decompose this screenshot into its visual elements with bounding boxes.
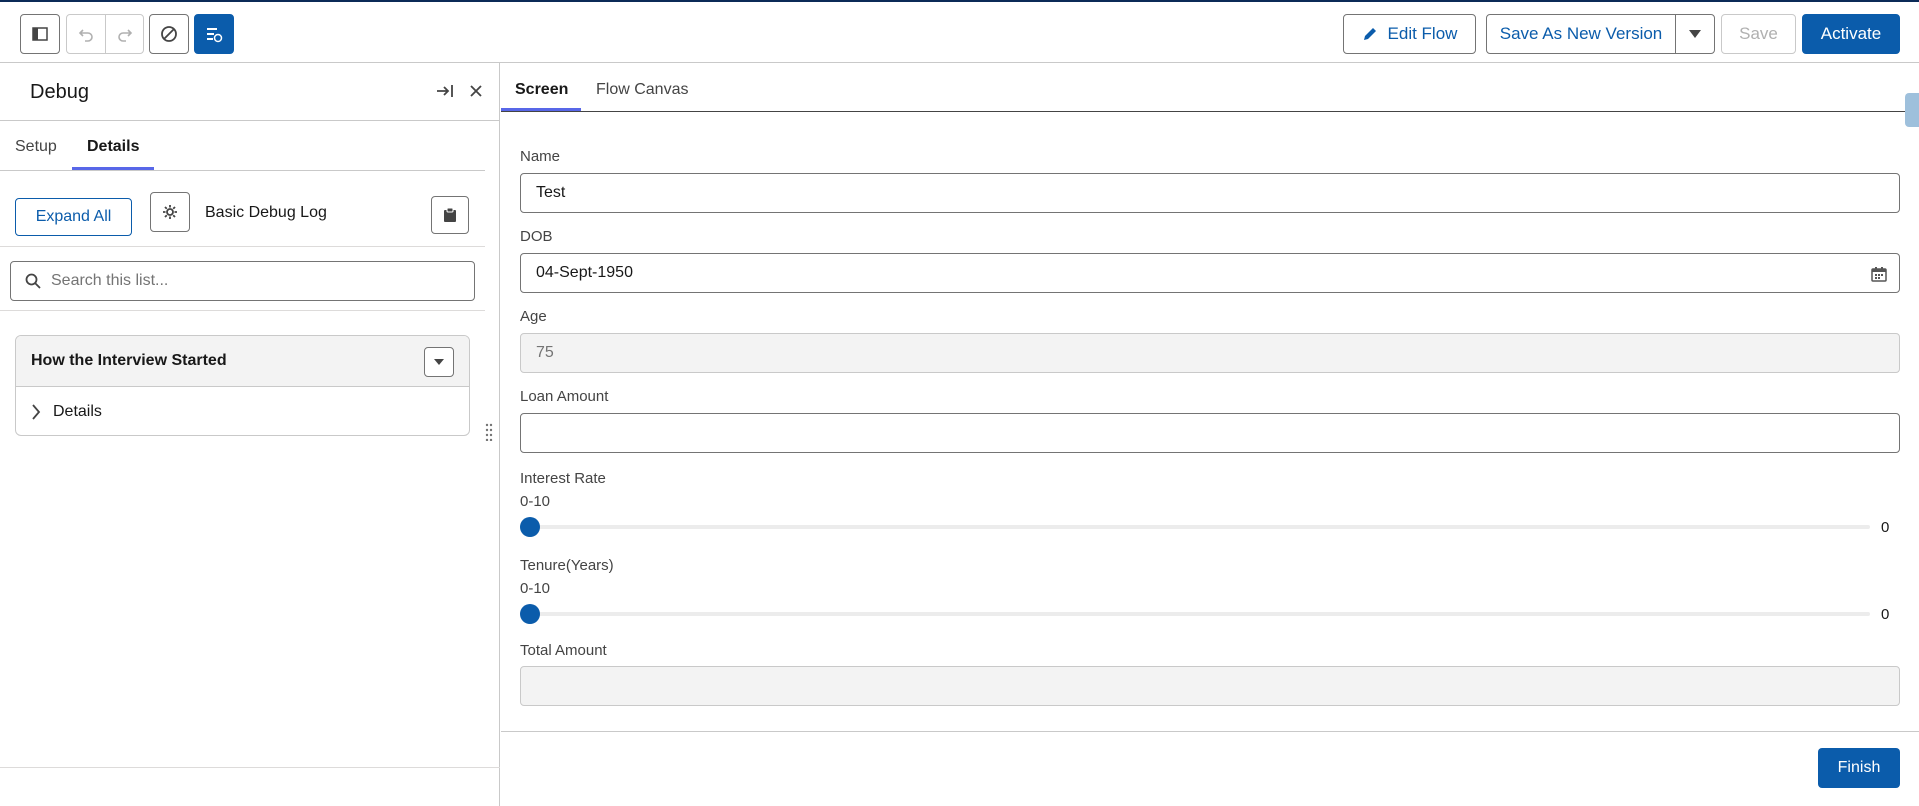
age-value: 75 [536,344,554,361]
interest-rate-slider-thumb[interactable] [520,517,540,537]
tenure-label: Tenure(Years) [520,557,614,574]
search-icon [25,273,41,289]
finish-button[interactable]: Finish [1818,748,1900,788]
pencil-icon [1363,28,1376,40]
divider [0,767,500,768]
clipboard-icon [444,207,456,222]
tenure-value: 0 [1881,606,1890,623]
name-field[interactable]: Test [520,173,1900,213]
divider [0,246,485,247]
divider [0,170,485,171]
divider [501,731,1919,732]
interview-section-card: How the Interview Started Details [15,335,470,436]
name-label: Name [520,148,561,165]
section-menu-button[interactable] [424,347,454,377]
calendar-button[interactable] [1871,266,1887,287]
details-row-label: Details [53,403,102,420]
log-settings-button[interactable] [150,192,190,232]
debug-button[interactable] [194,14,234,54]
chevron-down-icon [434,359,444,365]
debug-icon [207,28,223,43]
chevron-down-icon [1689,30,1701,38]
panel-title: Debug [30,81,89,103]
section-title: How the Interview Started [31,352,227,369]
ban-icon [161,26,177,42]
interest-rate-label: Interest Rate [520,470,606,487]
save-button[interactable]: Save [1721,14,1796,54]
dob-label: DOB [520,228,553,245]
total-amount-label: Total Amount [520,642,607,659]
toggle-panel-button[interactable] [20,14,60,54]
tenure-range: 0-10 [520,580,551,597]
save-as-new-version-label: Save As New Version [1499,24,1663,43]
copy-log-button[interactable] [431,196,469,234]
interest-rate-slider[interactable] [520,525,1870,529]
stop-button[interactable] [149,14,189,54]
tab-setup[interactable]: Setup [15,138,57,156]
edit-flow-button[interactable]: Edit Flow [1343,14,1476,54]
total-amount-field [520,666,1900,706]
undo-redo-group [66,14,144,54]
gear-icon [163,205,177,219]
loan-amount-field[interactable] [520,413,1900,453]
dob-value: 04-Sept-1950 [536,264,633,281]
tenure-slider-thumb[interactable] [520,604,540,624]
expand-all-button[interactable]: Expand All [15,198,132,236]
debug-panel: Debug Setup Details Expand All Basic Deb… [0,63,500,806]
save-options-dropdown[interactable] [1675,14,1715,54]
calendar-icon [1871,267,1887,282]
tab-details[interactable]: Details [87,138,139,156]
undo-icon [78,29,93,42]
grip-icon [485,423,493,442]
undo-button[interactable] [67,15,105,53]
save-label: Save [1739,24,1778,43]
details-row[interactable]: Details [16,387,469,435]
close-panel-button[interactable] [468,83,484,104]
edit-flow-label: Edit Flow [1387,24,1458,43]
tenure-slider[interactable] [520,612,1870,616]
redo-icon [117,29,132,42]
loan-amount-label: Loan Amount [520,388,609,405]
interest-rate-value: 0 [1881,519,1890,536]
close-icon [470,85,482,97]
panel-icon [32,27,48,41]
chevron-right-icon [32,404,41,420]
search-input[interactable]: Search this list... [10,261,475,301]
arrow-to-right-icon [437,85,453,97]
resize-handle[interactable] [485,423,493,442]
age-label: Age [520,308,547,325]
age-field: 75 [520,333,1900,373]
interest-rate-range: 0-10 [520,493,551,510]
debug-log-level: Basic Debug Log [205,204,327,221]
divider [501,111,1919,112]
divider [0,120,500,121]
finish-label: Finish [1837,759,1881,776]
divider [0,310,485,311]
dob-field[interactable]: 04-Sept-1950 [520,253,1900,293]
activate-label: Activate [1820,24,1882,43]
tab-screen[interactable]: Screen [515,81,568,99]
screen-preview-area: Screen Flow Canvas Name Test DOB 04-Sept… [501,63,1919,806]
redo-button[interactable] [105,15,143,53]
dock-panel-button[interactable] [436,83,454,104]
activate-button[interactable]: Activate [1802,14,1900,54]
top-toolbar: Edit Flow Save As New Version Save Activ… [0,0,1919,63]
section-header: How the Interview Started [16,336,469,387]
collapse-edge-tab[interactable] [1905,93,1919,127]
search-placeholder: Search this list... [51,272,169,289]
save-as-new-version-button[interactable]: Save As New Version [1486,14,1676,54]
expand-all-label: Expand All [35,208,112,225]
tab-flow-canvas[interactable]: Flow Canvas [596,81,688,99]
name-value: Test [536,184,566,201]
